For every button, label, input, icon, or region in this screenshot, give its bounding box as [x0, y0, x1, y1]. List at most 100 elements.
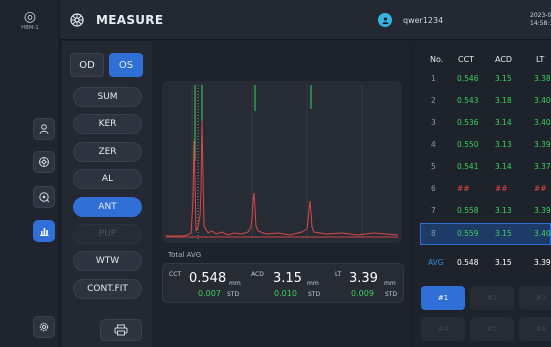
eye-scan-icon [39, 157, 49, 167]
table-row[interactable]: 2 0.543 3.18 3.40 [412, 90, 551, 112]
avatar[interactable] [378, 13, 392, 27]
table-row[interactable]: 7 0.558 3.13 3.39 [412, 200, 551, 222]
row-cct: 0.543 [457, 96, 479, 105]
device-logo: ◎ HBM-1 [16, 10, 44, 31]
time-text: 14:58:1 [530, 20, 551, 27]
row-lt: 3.40 [534, 229, 551, 238]
lt-unit: mm [384, 280, 396, 287]
wtw-button[interactable]: WTW [73, 251, 142, 271]
measurement-tab-3[interactable]: #3 [519, 286, 551, 310]
page-title: MEASURE [96, 13, 164, 27]
avg-label: AVG [428, 258, 444, 267]
row-lt: 3.40 [534, 96, 551, 105]
row-lt: 3.38 [534, 74, 551, 83]
row-cct: 0.536 [457, 118, 479, 127]
table-row-selected[interactable]: 8 0.559 3.15 3.40 [420, 223, 551, 245]
row-no: 7 [431, 206, 436, 215]
device-label: HBM-1 [21, 25, 39, 31]
row-acd: 3.15 [495, 74, 512, 83]
row-cct: 0.559 [457, 229, 479, 238]
row-cct: ## [457, 184, 470, 193]
acd-std-label: STD [308, 291, 321, 298]
print-button[interactable] [100, 319, 142, 341]
cct-std: 0.007 [198, 289, 221, 298]
table-row[interactable]: 1 0.546 3.15 3.38 [412, 68, 551, 90]
acd-label: ACD [251, 271, 264, 278]
row-acd: 3.18 [495, 96, 512, 105]
row-no: 1 [431, 74, 436, 83]
avg-lt: 3.39 [534, 258, 551, 267]
echo-signal [166, 120, 399, 237]
al-button[interactable]: AL [73, 169, 142, 189]
rail-patient-button[interactable] [33, 118, 55, 140]
rail-lens-button[interactable] [33, 186, 55, 208]
ant-button[interactable]: ANT [73, 197, 142, 217]
cct-std-label: STD [227, 291, 240, 298]
table-row[interactable]: 5 0.541 3.14 3.37 [412, 156, 551, 178]
table-avg-row: AVG 0.548 3.15 3.39 [412, 254, 551, 274]
printer-icon [114, 324, 128, 336]
lt-std-label: STD [385, 291, 398, 298]
row-lt: 3.37 [534, 162, 551, 171]
row-acd: 3.15 [495, 229, 512, 238]
row-acd: 3.14 [495, 118, 512, 127]
lt-value: 3.39 [349, 271, 378, 286]
row-cct: 0.558 [457, 206, 479, 215]
cct-unit: mm [229, 280, 241, 287]
lens-icon [39, 192, 50, 203]
rail-settings-button[interactable] [33, 316, 55, 338]
acd-unit: mm [307, 280, 319, 287]
user-icon [381, 16, 389, 24]
row-cct: 0.541 [457, 162, 479, 171]
row-acd: 3.13 [495, 206, 512, 215]
acd-value: 3.15 [273, 271, 302, 286]
table-row[interactable]: 4 0.550 3.13 3.39 [412, 134, 551, 156]
results-table: No. CCT ACD LT 1 0.546 3.15 3.38 2 0.543… [412, 41, 551, 347]
total-avg-label: Total AVG [168, 251, 202, 259]
row-cct: 0.550 [457, 140, 479, 149]
measurement-tab-6[interactable]: #6 [519, 317, 551, 341]
lt-label: LT [335, 271, 342, 278]
column-header-acd: ACD [495, 55, 513, 64]
datetime: 2023-0 14:58:1 [530, 12, 551, 28]
row-acd: ## [495, 184, 508, 193]
measurement-tab-2[interactable]: #2 [470, 286, 514, 310]
os-button[interactable]: OS [109, 53, 143, 77]
column-header-lt: LT [536, 55, 545, 64]
avg-cct: 0.548 [457, 258, 479, 267]
measurement-tab-4[interactable]: #4 [421, 317, 465, 341]
measurement-tab-5[interactable]: #5 [470, 317, 514, 341]
a-scan-svg [166, 85, 399, 239]
top-bar: MEASURE qwer1234 2023-0 14:58:1 [60, 0, 551, 40]
measurement-selector: OD OS SUM KER ZER AL ANT PUP WTW CONT.FI… [62, 41, 152, 347]
pup-button: PUP [73, 224, 142, 244]
left-rail: ◎ HBM-1 [0, 0, 60, 347]
row-no: 4 [431, 140, 436, 149]
column-header-cct: CCT [458, 55, 475, 64]
rail-scan-button[interactable] [33, 151, 55, 173]
a-scan-plot [162, 81, 402, 243]
date-text: 2023-0 [530, 12, 551, 19]
row-lt: ## [534, 184, 547, 193]
measure-icon [70, 13, 84, 27]
row-acd: 3.14 [495, 162, 512, 171]
rail-measure-button[interactable] [33, 220, 55, 242]
gear-icon [39, 322, 49, 332]
measurement-tab-1[interactable]: #1 [421, 286, 465, 310]
row-no: 6 [431, 184, 436, 193]
row-lt: 3.40 [534, 118, 551, 127]
device-icon: ◎ [23, 9, 37, 25]
row-no: 3 [431, 118, 436, 127]
username: qwer1234 [403, 16, 444, 25]
row-lt: 3.39 [534, 140, 551, 149]
sum-button[interactable]: SUM [73, 87, 142, 107]
table-row-invalid[interactable]: 6 ## ## ## [412, 178, 551, 200]
total-avg-panel: CCT 0.548 mm 0.007 STD ACD 3.15 mm 0.010… [162, 263, 404, 303]
contfit-button[interactable]: CONT.FIT [73, 279, 142, 299]
ker-button[interactable]: KER [73, 114, 142, 134]
acd-std: 0.010 [274, 289, 297, 298]
row-cct: 0.546 [457, 74, 479, 83]
zer-button[interactable]: ZER [73, 142, 142, 162]
od-button[interactable]: OD [70, 53, 104, 77]
table-row[interactable]: 3 0.536 3.14 3.40 [412, 112, 551, 134]
